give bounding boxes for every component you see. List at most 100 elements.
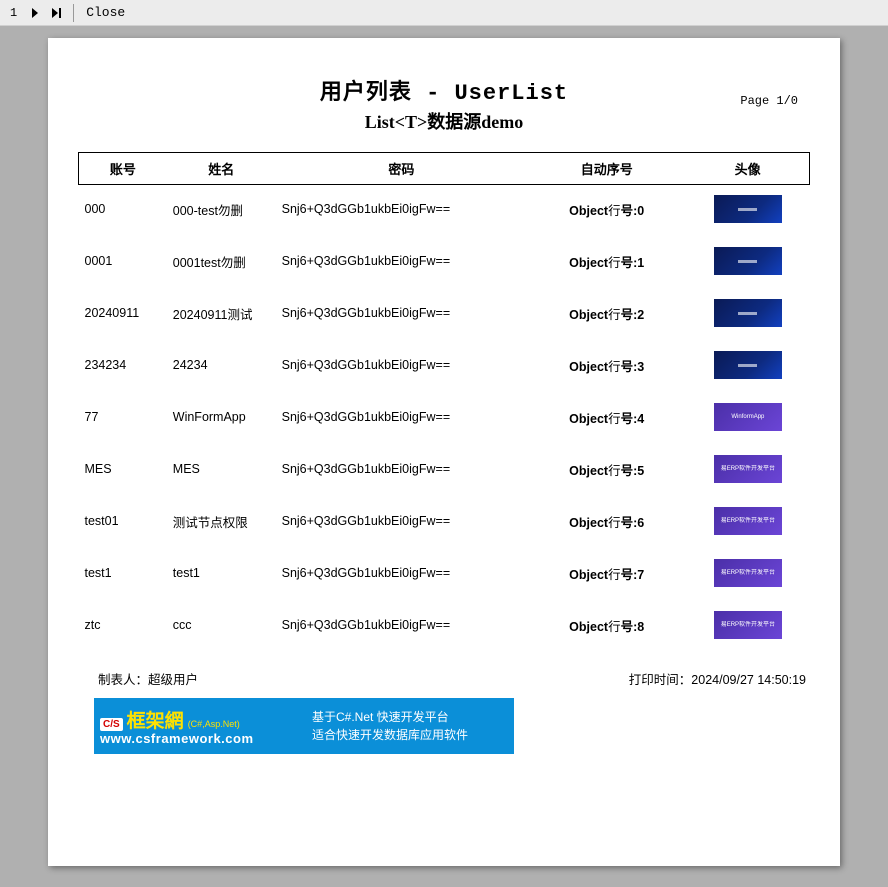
cell-account: 77 [79, 393, 167, 445]
avatar-thumbnail [714, 299, 782, 327]
report-title: 用户列表 - UserList [78, 74, 810, 106]
cell-seq: Object行号:4 [527, 393, 686, 445]
avatar-thumbnail-label: WinformApp [729, 413, 766, 422]
next-page-button[interactable] [27, 5, 43, 21]
avatar-thumbnail-label: 易ERP软件开发平台 [719, 569, 777, 578]
page-indicator: Page 1/0 [740, 94, 798, 108]
cell-account: 234234 [79, 341, 167, 393]
cell-password: Snj6+Q3dGGb1ukbEi0igFw== [276, 445, 528, 497]
maker-value: 超级用户 [148, 673, 198, 687]
cell-account: MES [79, 445, 167, 497]
avatar-thumbnail [714, 195, 782, 223]
cell-avatar [686, 289, 809, 341]
cell-password: Snj6+Q3dGGb1ukbEi0igFw== [276, 289, 528, 341]
cell-password: Snj6+Q3dGGb1ukbEi0igFw== [276, 341, 528, 393]
maker-label: 制表人： [98, 673, 148, 687]
cell-name: 0001test勿删 [167, 237, 276, 289]
cell-password: Snj6+Q3dGGb1ukbEi0igFw== [276, 237, 528, 289]
cell-name: WinFormApp [167, 393, 276, 445]
print-preview-toolbar: 1 Close [0, 0, 888, 26]
report-page: 用户列表 - UserList List<T>数据源demo Page 1/0 … [48, 38, 840, 866]
cell-name: MES [167, 445, 276, 497]
report-subtitle: List<T>数据源demo [78, 108, 810, 134]
cell-account: 20240911 [79, 289, 167, 341]
cell-avatar [686, 341, 809, 393]
cell-seq: Object行号:0 [527, 185, 686, 238]
maker-info: 制表人：超级用户 [98, 669, 198, 688]
table-row: 77WinFormAppSnj6+Q3dGGb1ukbEi0igFw==Obje… [79, 393, 810, 445]
cell-password: Snj6+Q3dGGb1ukbEi0igFw== [276, 601, 528, 653]
cell-password: Snj6+Q3dGGb1ukbEi0igFw== [276, 549, 528, 601]
col-header-password: 密码 [276, 153, 528, 185]
user-list-table: 账号 姓名 密码 自动序号 头像 000000-test勿删Snj6+Q3dGG… [78, 152, 810, 653]
cell-seq: Object行号:1 [527, 237, 686, 289]
cell-avatar: 易ERP软件开发平台 [686, 497, 809, 549]
cell-account: test01 [79, 497, 167, 549]
banner-badge: C/S [100, 718, 123, 731]
avatar-thumbnail: WinformApp [714, 403, 782, 431]
table-row: 23423424234Snj6+Q3dGGb1ukbEi0igFw==Objec… [79, 341, 810, 393]
cell-seq: Object行号:5 [527, 445, 686, 497]
toolbar-page-number[interactable]: 1 [6, 6, 21, 20]
banner-left: C/S 框架網 (C#,Asp.Net) www.csframework.com [94, 698, 304, 754]
table-row: MESMESSnj6+Q3dGGb1ukbEi0igFw==Object行号:5… [79, 445, 810, 497]
banner-url: www.csframework.com [100, 731, 298, 746]
cell-name: ccc [167, 601, 276, 653]
report-footer-meta: 制表人：超级用户 打印时间：2024/09/27 14:50:19 [98, 669, 806, 688]
print-time-label: 打印时间： [629, 673, 692, 687]
table-header-row: 账号 姓名 密码 自动序号 头像 [79, 153, 810, 185]
cell-name: 20240911测试 [167, 289, 276, 341]
avatar-thumbnail: 易ERP软件开发平台 [714, 507, 782, 535]
cell-password: Snj6+Q3dGGb1ukbEi0igFw== [276, 497, 528, 549]
avatar-thumbnail: 易ERP软件开发平台 [714, 455, 782, 483]
cell-name: 24234 [167, 341, 276, 393]
col-header-seq: 自动序号 [527, 153, 686, 185]
cell-seq: Object行号:7 [527, 549, 686, 601]
cell-name: test1 [167, 549, 276, 601]
avatar-thumbnail: 易ERP软件开发平台 [714, 611, 782, 639]
print-time-value: 2024/09/27 14:50:19 [691, 673, 806, 687]
table-row: ztccccSnj6+Q3dGGb1ukbEi0igFw==Object行号:8… [79, 601, 810, 653]
promo-banner: C/S 框架網 (C#,Asp.Net) www.csframework.com… [94, 698, 514, 754]
cell-account: test1 [79, 549, 167, 601]
cell-seq: Object行号:6 [527, 497, 686, 549]
print-time-info: 打印时间：2024/09/27 14:50:19 [629, 669, 806, 688]
avatar-thumbnail: 易ERP软件开发平台 [714, 559, 782, 587]
col-header-avatar: 头像 [686, 153, 809, 185]
cell-avatar: 易ERP软件开发平台 [686, 549, 809, 601]
cell-account: ztc [79, 601, 167, 653]
avatar-thumbnail-label: 易ERP软件开发平台 [719, 465, 777, 474]
banner-line-1: 基于C#.Net 快速开发平台 [312, 708, 514, 726]
toolbar-separator [73, 4, 74, 22]
cell-avatar [686, 185, 809, 238]
banner-line-2: 适合快速开发数据库应用软件 [312, 726, 514, 744]
cell-avatar [686, 237, 809, 289]
table-row: 000000-test勿删Snj6+Q3dGGb1ukbEi0igFw==Obj… [79, 185, 810, 238]
col-header-account: 账号 [79, 153, 167, 185]
col-header-name: 姓名 [167, 153, 276, 185]
banner-small-text: (C#,Asp.Net) [188, 719, 240, 729]
cell-name: 000-test勿删 [167, 185, 276, 238]
banner-right: 基于C#.Net 快速开发平台 适合快速开发数据库应用软件 [304, 698, 514, 754]
avatar-thumbnail [714, 351, 782, 379]
avatar-thumbnail [714, 247, 782, 275]
cell-name: 测试节点权限 [167, 497, 276, 549]
cell-seq: Object行号:2 [527, 289, 686, 341]
table-row: test1test1Snj6+Q3dGGb1ukbEi0igFw==Object… [79, 549, 810, 601]
avatar-thumbnail-label: 易ERP软件开发平台 [719, 517, 777, 526]
table-row: 00010001test勿删Snj6+Q3dGGb1ukbEi0igFw==Ob… [79, 237, 810, 289]
table-row: 2024091120240911测试Snj6+Q3dGGb1ukbEi0igFw… [79, 289, 810, 341]
cell-avatar: 易ERP软件开发平台 [686, 445, 809, 497]
cell-password: Snj6+Q3dGGb1ukbEi0igFw== [276, 185, 528, 238]
avatar-thumbnail-label: 易ERP软件开发平台 [719, 621, 777, 630]
banner-big-text: 框架網 [127, 706, 184, 733]
close-button[interactable]: Close [82, 5, 129, 20]
cell-seq: Object行号:3 [527, 341, 686, 393]
last-page-button[interactable] [49, 5, 65, 21]
preview-canvas: 用户列表 - UserList List<T>数据源demo Page 1/0 … [0, 26, 888, 887]
cell-avatar: WinformApp [686, 393, 809, 445]
cell-seq: Object行号:8 [527, 601, 686, 653]
cell-password: Snj6+Q3dGGb1ukbEi0igFw== [276, 393, 528, 445]
cell-avatar: 易ERP软件开发平台 [686, 601, 809, 653]
cell-account: 0001 [79, 237, 167, 289]
